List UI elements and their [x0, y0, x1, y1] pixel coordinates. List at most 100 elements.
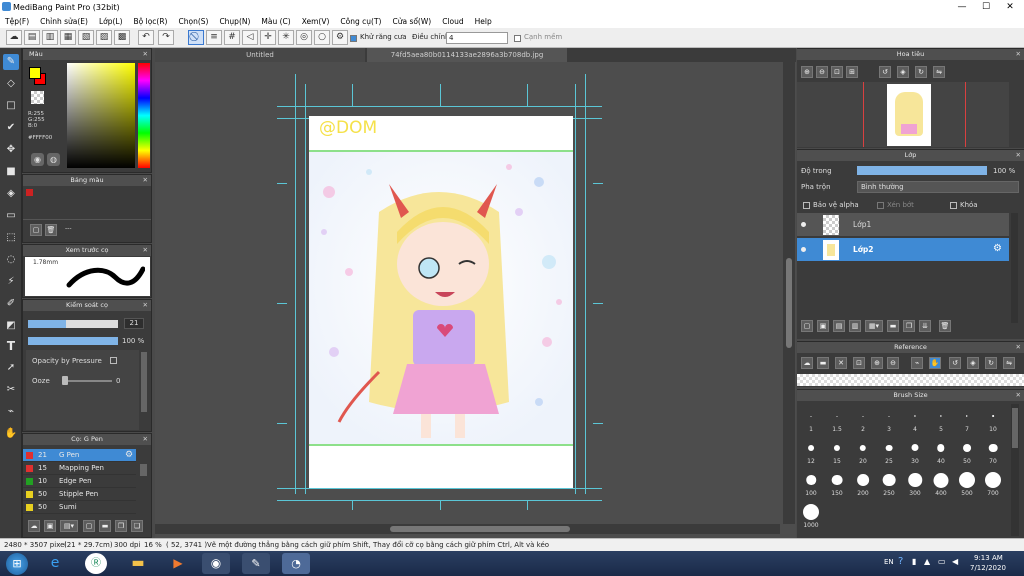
- save-icon[interactable]: ▦: [60, 30, 76, 45]
- brush-size-cell[interactable]: 1: [799, 404, 823, 435]
- add-brush-icon[interactable]: ▣: [44, 520, 56, 532]
- lock-checkbox[interactable]: [950, 201, 957, 209]
- reference-reset-icon[interactable]: ◈: [967, 357, 979, 369]
- gradient-tool-icon[interactable]: ▭: [3, 208, 19, 224]
- cloud-brush-icon[interactable]: ☁: [28, 520, 40, 532]
- zoom-in-icon[interactable]: ⊕: [801, 66, 813, 78]
- eraser-tool-icon[interactable]: ◇: [3, 76, 19, 92]
- snap-perspective-icon[interactable]: ◁: [242, 30, 258, 45]
- brush-size-cell[interactable]: 7: [955, 404, 979, 435]
- hue-slider[interactable]: [138, 63, 150, 168]
- reference-zoom-in-icon[interactable]: ⊕: [871, 357, 883, 369]
- reset-rotation-icon[interactable]: ◈: [897, 66, 909, 78]
- brush-size-cell[interactable]: 25: [877, 436, 901, 467]
- magic-wand-tool-icon[interactable]: ⚡: [3, 274, 19, 290]
- panel-close-icon[interactable]: ✕: [1016, 150, 1021, 161]
- save-as-icon[interactable]: ▧: [78, 30, 94, 45]
- color-wheel-icon[interactable]: ◉: [31, 153, 44, 166]
- brush-size-cell[interactable]: 15: [825, 436, 849, 467]
- clipping-checkbox[interactable]: [877, 201, 884, 209]
- flip-icon[interactable]: ⇋: [933, 66, 945, 78]
- panel-close-icon[interactable]: ✕: [143, 49, 148, 60]
- reference-close-icon[interactable]: ✕: [835, 357, 847, 369]
- brush-size-value[interactable]: 21: [124, 318, 144, 329]
- horizontal-scrollbar[interactable]: [390, 526, 570, 532]
- brush-list-item[interactable]: 15 Mapping Pen: [23, 462, 136, 475]
- brush-size-cell[interactable]: 1.5: [825, 404, 849, 435]
- antialias-checkbox[interactable]: [350, 34, 357, 42]
- shape-tool-icon[interactable]: ■: [3, 164, 19, 180]
- brush-size-cell[interactable]: 700: [981, 468, 1005, 499]
- delete-palette-icon[interactable]: 🗑: [45, 224, 57, 236]
- brush-size-slider[interactable]: [28, 320, 118, 328]
- brush-size-cell[interactable]: 30: [903, 436, 927, 467]
- brush-size-cell[interactable]: 1000: [799, 500, 823, 531]
- snap-crosshair-icon[interactable]: ✛: [260, 30, 276, 45]
- print-icon[interactable]: ▩: [114, 30, 130, 45]
- chrome-icon[interactable]: ◉: [202, 553, 230, 574]
- ooze-slider-knob[interactable]: [62, 376, 68, 385]
- canvas-page[interactable]: @DOM: [309, 116, 573, 488]
- pen-tool-icon[interactable]: ✔: [3, 120, 19, 136]
- layer-menu-icon[interactable]: ▦▾: [865, 320, 883, 332]
- brush-tool-icon[interactable]: ✎: [3, 54, 19, 70]
- language-indicator[interactable]: EN: [884, 558, 894, 566]
- primary-color-swatch[interactable]: [29, 67, 41, 79]
- brush-size-cell[interactable]: 400: [929, 468, 953, 499]
- menu-window[interactable]: Cửa sổ(W): [387, 17, 437, 26]
- new-halftone-layer-icon[interactable]: ▣: [817, 320, 829, 332]
- hand-tool-icon[interactable]: ✋: [3, 426, 19, 442]
- protect-alpha-checkbox[interactable]: [803, 201, 810, 209]
- canvas-area[interactable]: Untitled 74fd5aea80b0114133ae2896a3b708d…: [155, 48, 796, 538]
- clock-date[interactable]: 7/12/2020: [970, 564, 1006, 572]
- opacity-pressure-checkbox[interactable]: [110, 356, 117, 364]
- select-eraser-tool-icon[interactable]: ◩: [3, 318, 19, 334]
- new-file-icon[interactable]: ▤: [24, 30, 40, 45]
- ooze-slider[interactable]: [62, 380, 112, 382]
- snap-soft-checkbox[interactable]: [514, 34, 521, 42]
- brush-size-cell[interactable]: 150: [825, 468, 849, 499]
- eye-icon[interactable]: [801, 222, 806, 227]
- color-picker-icon[interactable]: ◍: [47, 153, 60, 166]
- layer-folder-icon[interactable]: ▬: [887, 320, 899, 332]
- brush-copy-icon[interactable]: ▢: [83, 520, 95, 532]
- tab-untitled[interactable]: Untitled: [155, 48, 365, 62]
- snap-settings-icon[interactable]: ⚙: [332, 30, 348, 45]
- menu-help[interactable]: Help: [470, 17, 498, 26]
- rotate-left-icon[interactable]: ↺: [879, 66, 891, 78]
- menu-select[interactable]: Chọn(S): [173, 17, 214, 26]
- open-file-icon[interactable]: ▥: [42, 30, 58, 45]
- menu-cloud[interactable]: Cloud: [437, 17, 469, 26]
- brush-list-item[interactable]: 21 G Pen ⚙: [23, 449, 136, 462]
- brush-size-cell[interactable]: 500: [955, 468, 979, 499]
- actual-size-icon[interactable]: ⊞: [846, 66, 858, 78]
- panel-close-icon[interactable]: ✕: [1016, 342, 1021, 353]
- dot-tool-icon[interactable]: □: [3, 98, 19, 114]
- reference-fit-icon[interactable]: ⊡: [853, 357, 865, 369]
- tray-arrow-icon[interactable]: ▲: [924, 557, 930, 566]
- panel-close-icon[interactable]: ✕: [143, 175, 148, 186]
- brush-size-scrollbar[interactable]: [1012, 408, 1018, 448]
- layer-opacity-slider[interactable]: [857, 166, 987, 175]
- layer-row[interactable]: Lớp1: [797, 213, 1009, 237]
- maximize-button[interactable]: ☐: [974, 0, 998, 14]
- brush-size-cell[interactable]: 200: [851, 468, 875, 499]
- reference-eyedropper-icon[interactable]: ⌁: [911, 357, 923, 369]
- panel-close-icon[interactable]: ✕: [1016, 49, 1021, 60]
- menu-edit[interactable]: Chỉnh sửa(E): [35, 17, 94, 26]
- reference-flip-icon[interactable]: ⇋: [1003, 357, 1015, 369]
- brush-list-item[interactable]: 50 Sumi: [23, 501, 136, 514]
- menu-snap[interactable]: Chụp(N): [214, 17, 256, 26]
- close-button[interactable]: ✕: [998, 0, 1022, 14]
- new-1bit-layer-icon[interactable]: ▥: [849, 320, 861, 332]
- snap-off-icon[interactable]: ⃠: [188, 30, 204, 45]
- panel-close-icon[interactable]: ✕: [143, 300, 148, 311]
- reference-view[interactable]: [797, 374, 1024, 386]
- move-tool-icon[interactable]: ✥: [3, 142, 19, 158]
- delete-layer-icon[interactable]: 🗑: [939, 320, 951, 332]
- zoom-out-icon[interactable]: ⊖: [816, 66, 828, 78]
- eyedropper-tool-icon[interactable]: ⌁: [3, 404, 19, 420]
- brush-size-cell[interactable]: 50: [955, 436, 979, 467]
- minimize-button[interactable]: —: [950, 0, 974, 14]
- layer-row-selected[interactable]: Lớp2 ⚙: [797, 238, 1009, 262]
